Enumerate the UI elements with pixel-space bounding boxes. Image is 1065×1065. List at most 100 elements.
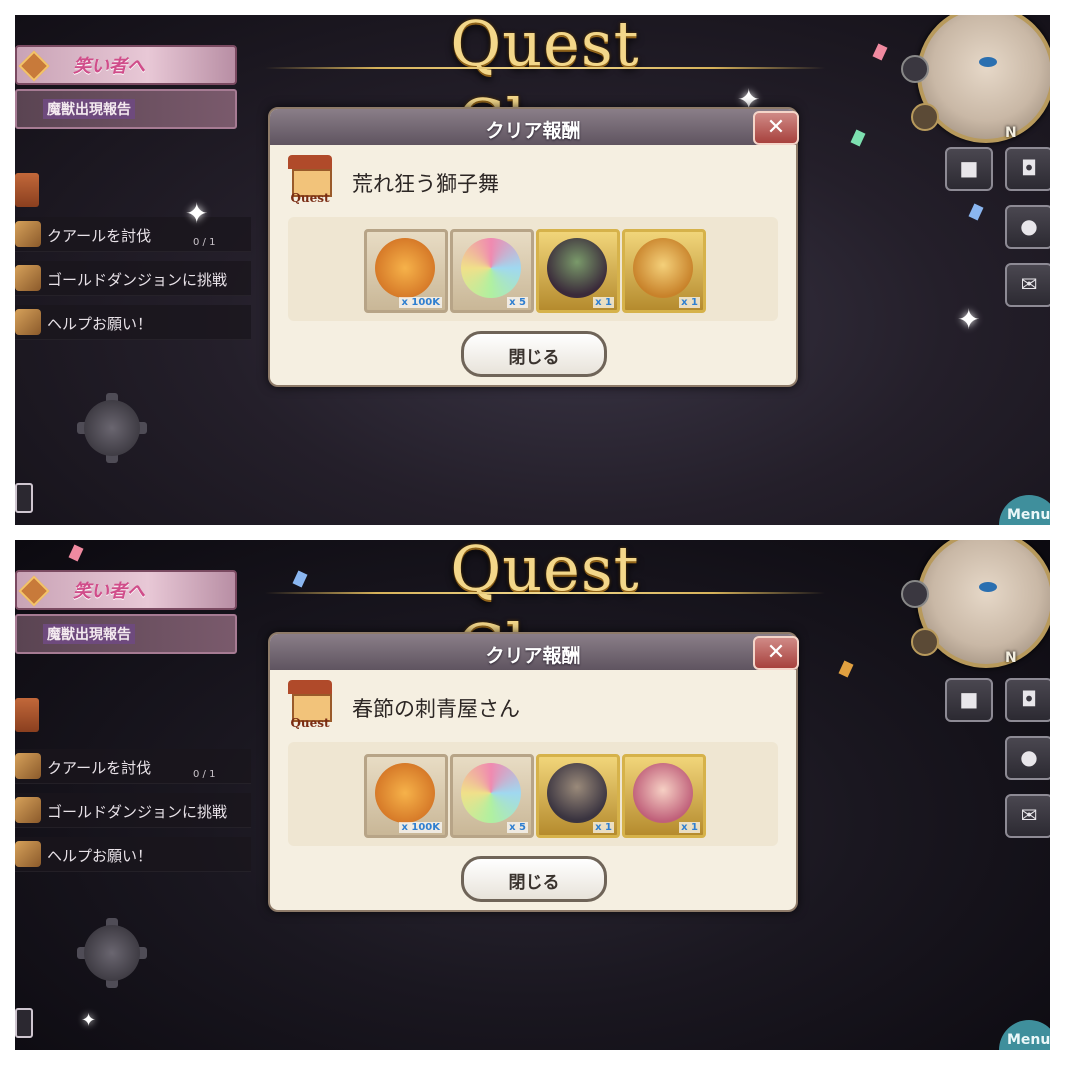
confetti — [838, 660, 854, 678]
minimap-zoom-button[interactable] — [901, 55, 929, 83]
gold-coin-icon — [375, 763, 435, 823]
confetti — [872, 43, 888, 61]
reward-item[interactable]: x 5 — [450, 754, 534, 838]
close-button[interactable]: 閉じる — [461, 856, 607, 902]
reward-item[interactable]: x 5 — [450, 229, 534, 313]
reward-item[interactable]: x 1 — [622, 754, 706, 838]
close-x-button[interactable]: ✕ — [753, 111, 799, 145]
quest-list-item[interactable]: ゴールドダンジョンに挑戦 — [15, 261, 251, 296]
armored-beast-character-icon — [547, 763, 607, 823]
reward-item[interactable]: x 100K — [364, 754, 448, 838]
quest-item-progress: 0 / 1 — [193, 237, 216, 248]
joystick-knob — [84, 400, 140, 456]
quest-log-icon[interactable] — [15, 173, 39, 207]
close-icon: ✕ — [766, 640, 786, 665]
reward-list: x 100K x 5 x 1 x 1 — [288, 217, 778, 321]
event-banner[interactable]: 笑い者へ — [15, 570, 237, 610]
player-marker-icon — [979, 57, 997, 67]
event-icon — [18, 50, 50, 82]
close-button[interactable]: 閉じる — [461, 331, 607, 377]
party-button[interactable]: ● — [1005, 736, 1050, 780]
game-screen-top: Quest Clear 笑い者へ 魔獣出現報告 クアールを討伐 0 / 1 ゴー… — [15, 15, 1050, 525]
notice-banner[interactable]: 魔獣出現報告 — [15, 89, 237, 129]
menu-button[interactable]: Menu — [999, 495, 1050, 525]
badge-roof — [288, 680, 332, 694]
quest-item-label: ゴールドダンジョンに挑戦 — [47, 271, 228, 289]
camera-button[interactable]: ■ — [945, 147, 993, 191]
close-button-label: 閉じる — [508, 348, 560, 368]
confetti — [68, 544, 84, 562]
sparkle-effect: ✦ — [185, 197, 209, 230]
quest-list-item[interactable]: ヘルプお願い！ — [15, 305, 251, 340]
quest-badge-label: Quest — [290, 191, 330, 205]
video-camera-icon: ■ — [959, 156, 979, 180]
quest-item-icon — [15, 753, 41, 779]
mail-button[interactable]: ✉ — [1005, 263, 1050, 307]
quest-item-icon — [15, 797, 41, 823]
compass-north: N — [1005, 650, 1017, 666]
quest-list-item[interactable]: クアールを討伐 0 / 1 — [15, 217, 251, 252]
quest-item-label: ゴールドダンジョンに挑戦 — [47, 803, 228, 821]
quest-item-label: クアールを討伐 — [47, 227, 152, 245]
quest-item-icon — [15, 841, 41, 867]
menu-button[interactable]: Menu — [999, 1020, 1050, 1050]
reward-quantity: x 5 — [507, 297, 528, 308]
reward-item[interactable]: x 100K — [364, 229, 448, 313]
event-icon — [18, 575, 50, 607]
quest-list-item[interactable]: ゴールドダンジョンに挑戦 — [15, 793, 251, 828]
reward-quantity: x 1 — [679, 297, 700, 308]
event-banner-label: 笑い者へ — [73, 581, 145, 602]
event-banner[interactable]: 笑い者へ — [15, 45, 237, 85]
quest-item-progress: 0 / 1 — [193, 769, 216, 780]
event-banner-label: 笑い者へ — [73, 56, 145, 77]
reward-dialog: クリア報酬 ✕ Quest 春節の刺青屋さん x 100K x 5 x 1 x … — [268, 632, 799, 912]
notice-label: 魔獣出現報告 — [43, 99, 135, 119]
notice-banner[interactable]: 魔獣出現報告 — [15, 614, 237, 654]
camera-button[interactable]: ■ — [945, 678, 993, 722]
virtual-joystick[interactable] — [77, 393, 147, 463]
quest-item-icon — [15, 265, 41, 291]
mail-button[interactable]: ✉ — [1005, 794, 1050, 838]
confetti — [292, 570, 308, 588]
screenshot-icon: ◘ — [1021, 687, 1037, 711]
quest-badge-icon: Quest — [284, 680, 336, 734]
menu-label: Menu — [1007, 1032, 1050, 1048]
dialog-title: クリア報酬 — [485, 120, 581, 142]
menu-label: Menu — [1007, 507, 1050, 523]
chat-toggle-button[interactable] — [15, 483, 33, 513]
minimap-face-button[interactable] — [911, 628, 939, 656]
chat-toggle-button[interactable] — [15, 1008, 33, 1038]
reward-quantity: x 100K — [399, 297, 442, 308]
quest-name: 荒れ狂う獅子舞 — [352, 172, 499, 196]
green-demon-character-icon — [547, 238, 607, 298]
quest-list-item[interactable]: ヘルプお願い！ — [15, 837, 251, 872]
confetti — [968, 203, 984, 221]
video-camera-icon: ■ — [959, 687, 979, 711]
quest-list-item[interactable]: クアールを討伐 0 / 1 — [15, 749, 251, 784]
screenshot-button[interactable]: ◘ — [1005, 678, 1050, 722]
mail-icon: ✉ — [1020, 272, 1038, 296]
quest-badge-icon: Quest — [284, 155, 336, 209]
party-button[interactable]: ● — [1005, 205, 1050, 249]
close-x-button[interactable]: ✕ — [753, 636, 799, 670]
quest-badge-label: Quest — [290, 716, 330, 730]
minimap-zoom-button[interactable] — [901, 580, 929, 608]
badge-roof — [288, 155, 332, 169]
reward-item[interactable]: x 1 — [536, 754, 620, 838]
close-button-label: 閉じる — [508, 873, 560, 893]
reward-item[interactable]: x 1 — [536, 229, 620, 313]
confetti — [850, 129, 866, 147]
virtual-joystick[interactable] — [77, 918, 147, 988]
reward-quantity: x 1 — [593, 822, 614, 833]
quest-log-icon[interactable] — [15, 698, 39, 732]
quest-item-label: ヘルプお願い！ — [47, 847, 153, 865]
reward-item[interactable]: x 1 — [622, 229, 706, 313]
dialog-header: クリア報酬 ✕ — [270, 634, 799, 670]
notice-label: 魔獣出現報告 — [43, 624, 135, 644]
screenshot-button[interactable]: ◘ — [1005, 147, 1050, 191]
minimap-face-button[interactable] — [911, 103, 939, 131]
compass-north: N — [1005, 125, 1017, 141]
quest-item-label: ヘルプお願い！ — [47, 315, 153, 333]
quest-item-icon — [15, 309, 41, 335]
sparkle-effect: ✦ — [81, 1010, 97, 1031]
